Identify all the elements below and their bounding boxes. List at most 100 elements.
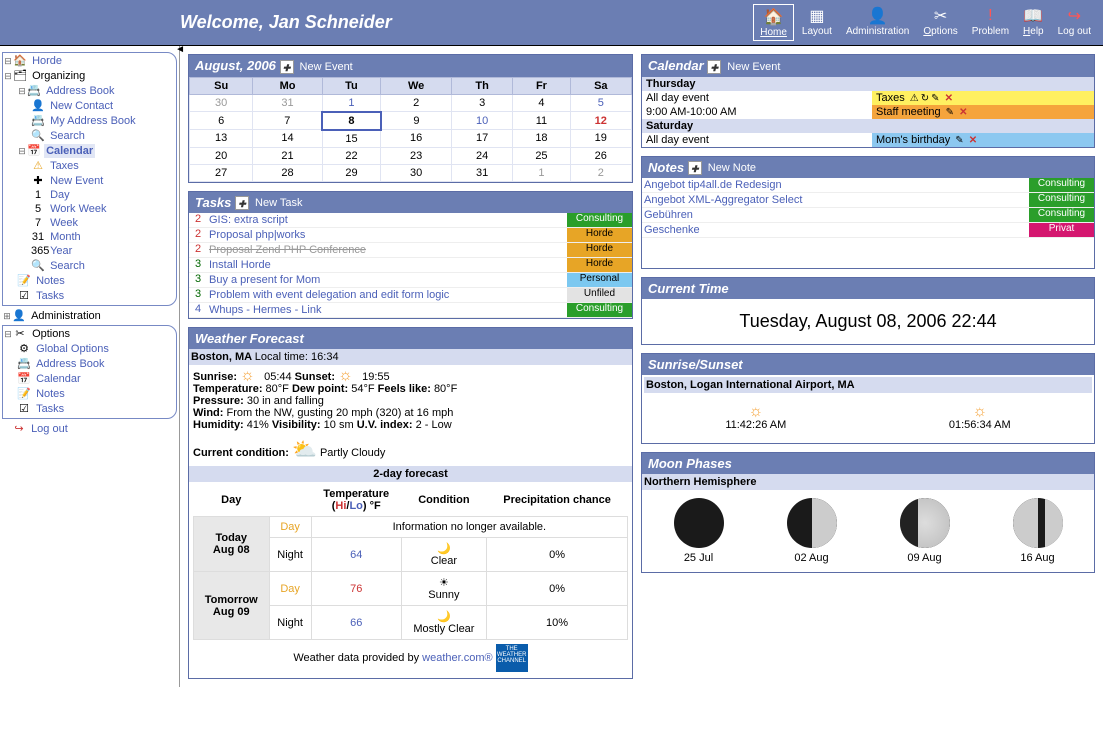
nav-opt-ab[interactable]: Address Book bbox=[34, 357, 106, 371]
nav-globalopts[interactable]: Global Options bbox=[34, 342, 111, 356]
nav-logout[interactable]: Log out bbox=[29, 422, 70, 436]
calendar-day[interactable]: 18 bbox=[513, 130, 570, 148]
tree-toggle[interactable]: ⊟ bbox=[17, 146, 27, 157]
calendar-day[interactable]: 2 bbox=[381, 94, 452, 112]
calendar-day[interactable]: 24 bbox=[452, 147, 513, 164]
nav-opt-notes[interactable]: Notes bbox=[34, 387, 67, 401]
newevent-icon[interactable]: ✚ bbox=[707, 60, 721, 74]
note-link[interactable]: Geschenke bbox=[642, 223, 1029, 237]
new-note-link[interactable]: New Note bbox=[708, 162, 756, 174]
nav-tasks[interactable]: Tasks bbox=[34, 289, 66, 303]
nav-options[interactable]: Options bbox=[30, 327, 72, 341]
nav-search-ab[interactable]: Search bbox=[48, 129, 87, 143]
edit-icon[interactable]: ✎ bbox=[946, 107, 954, 118]
task-link[interactable]: GIS: extra script bbox=[207, 213, 567, 227]
calendar-day[interactable]: 1 bbox=[513, 164, 570, 181]
calendar-day[interactable]: 14 bbox=[253, 130, 322, 148]
calendar-day[interactable]: 27 bbox=[190, 164, 253, 181]
edit-icon[interactable]: ✎ bbox=[955, 135, 963, 146]
menu-help[interactable]: 📖Help bbox=[1017, 4, 1050, 41]
newnote-icon[interactable]: ✚ bbox=[688, 161, 702, 175]
alarm-icon[interactable]: ⚠ bbox=[910, 93, 919, 104]
event-title[interactable]: Taxes⚠↻✎ ✕ bbox=[872, 91, 1094, 105]
nav-newevent[interactable]: New Event bbox=[48, 174, 105, 188]
nav-week[interactable]: Week bbox=[48, 216, 80, 230]
calendar-day[interactable]: 15 bbox=[322, 130, 381, 148]
menu-home[interactable]: 🏠Home bbox=[753, 4, 794, 41]
nav-taxes[interactable]: Taxes bbox=[48, 159, 81, 173]
delete-icon[interactable]: ✕ bbox=[969, 135, 977, 146]
task-link[interactable]: Proposal php|works bbox=[207, 228, 567, 242]
newtask-icon[interactable]: ✚ bbox=[235, 196, 249, 210]
calendar-day[interactable]: 1 bbox=[322, 94, 381, 112]
nav-calendar[interactable]: Calendar bbox=[44, 144, 95, 158]
calendar-day[interactable]: 7 bbox=[253, 112, 322, 130]
nav-workweek[interactable]: Work Week bbox=[48, 202, 108, 216]
menu-admin[interactable]: 👤Administration bbox=[840, 4, 915, 41]
new-event-link[interactable]: New Event bbox=[300, 61, 353, 73]
calendar-day[interactable]: 19 bbox=[570, 130, 631, 148]
task-link[interactable]: Whups - Hermes - Link bbox=[207, 303, 567, 317]
calendar-day[interactable]: 23 bbox=[381, 147, 452, 164]
note-link[interactable]: Gebühren bbox=[642, 208, 1029, 222]
calendar-day[interactable]: 6 bbox=[190, 112, 253, 130]
nav-addressbook[interactable]: Address Book bbox=[44, 84, 116, 98]
calendar-day[interactable]: 5 bbox=[570, 94, 631, 112]
nav-myab[interactable]: My Address Book bbox=[48, 114, 138, 128]
nav-opt-cal[interactable]: Calendar bbox=[34, 372, 83, 386]
calendar-day[interactable]: 8 bbox=[322, 112, 381, 130]
menu-options[interactable]: ✂Options bbox=[917, 4, 963, 41]
calendar-day[interactable]: 3 bbox=[452, 94, 513, 112]
calendar-day[interactable]: 16 bbox=[381, 130, 452, 148]
tree-toggle[interactable]: ⊟ bbox=[3, 329, 13, 340]
calendar-day[interactable]: 26 bbox=[570, 147, 631, 164]
calendar-day[interactable]: 11 bbox=[513, 112, 570, 130]
calendar-day[interactable]: 30 bbox=[381, 164, 452, 181]
calendar-day[interactable]: 9 bbox=[381, 112, 452, 130]
calendar-day[interactable]: 31 bbox=[452, 164, 513, 181]
new-task-link[interactable]: New Task bbox=[255, 197, 302, 209]
nav-search-cal[interactable]: Search bbox=[48, 259, 87, 273]
event-title[interactable]: Staff meeting✎ ✕ bbox=[872, 105, 1094, 119]
calendar-day[interactable]: 20 bbox=[190, 147, 253, 164]
calendar-day[interactable]: 21 bbox=[253, 147, 322, 164]
tree-toggle[interactable]: ⊞ bbox=[2, 311, 12, 322]
calendar-day[interactable]: 4 bbox=[513, 94, 570, 112]
delete-icon[interactable]: ✕ bbox=[959, 107, 967, 118]
nav-horde[interactable]: Horde bbox=[30, 54, 64, 68]
calendar-day[interactable]: 28 bbox=[253, 164, 322, 181]
nav-newcontact[interactable]: New Contact bbox=[48, 99, 115, 113]
calendar-day[interactable]: 22 bbox=[322, 147, 381, 164]
calendar-day[interactable]: 29 bbox=[322, 164, 381, 181]
menu-layout[interactable]: ▦Layout bbox=[796, 4, 838, 41]
weather-com-link[interactable]: weather.com® bbox=[422, 652, 492, 664]
calendar-day[interactable]: 10 bbox=[452, 112, 513, 130]
tree-toggle[interactable]: ⊟ bbox=[3, 56, 13, 67]
nav-year[interactable]: Year bbox=[48, 244, 74, 258]
newevent-icon[interactable]: ✚ bbox=[280, 60, 294, 74]
task-link[interactable]: Install Horde bbox=[207, 258, 567, 272]
calendar-day[interactable]: 25 bbox=[513, 147, 570, 164]
calendar-day[interactable]: 31 bbox=[253, 94, 322, 112]
edit-icon[interactable]: ✎ bbox=[931, 93, 939, 104]
calendar-day[interactable]: 30 bbox=[190, 94, 253, 112]
tree-toggle[interactable]: ⊟ bbox=[17, 86, 27, 97]
calendar-day[interactable]: 13 bbox=[190, 130, 253, 148]
note-link[interactable]: Angebot tip4all.de Redesign bbox=[642, 178, 1029, 192]
event-title[interactable]: Mom's birthday✎ ✕ bbox=[872, 133, 1094, 147]
calendar-day[interactable]: 12 bbox=[570, 112, 631, 130]
tree-toggle[interactable]: ⊟ bbox=[3, 71, 13, 82]
delete-icon[interactable]: ✕ bbox=[945, 93, 953, 104]
menu-logout[interactable]: ↪Log out bbox=[1052, 4, 1097, 41]
calendar-day[interactable]: 2 bbox=[570, 164, 631, 181]
nav-month[interactable]: Month bbox=[48, 230, 83, 244]
calendar-day[interactable]: 17 bbox=[452, 130, 513, 148]
nav-day[interactable]: Day bbox=[48, 188, 72, 202]
nav-admin[interactable]: Administration bbox=[29, 309, 103, 323]
sidebar-collapse-icon[interactable]: ◄ bbox=[175, 44, 185, 55]
new-event-link-2[interactable]: New Event bbox=[727, 61, 780, 73]
menu-problem[interactable]: !Problem bbox=[966, 4, 1015, 41]
task-link[interactable]: Problem with event delegation and edit f… bbox=[207, 288, 567, 302]
note-link[interactable]: Angebot XML-Aggregator Select bbox=[642, 193, 1029, 207]
nav-organizing[interactable]: Organizing bbox=[30, 69, 87, 83]
